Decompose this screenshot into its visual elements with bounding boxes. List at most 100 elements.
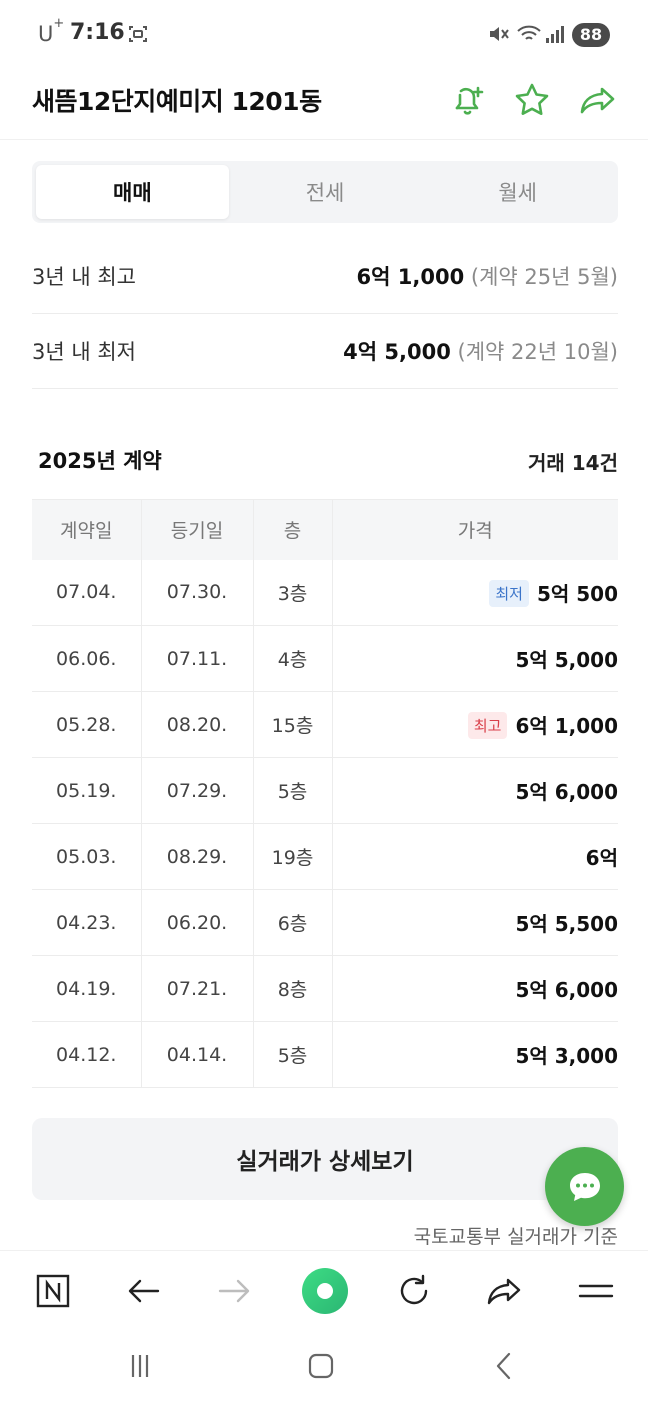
system-nav-bar bbox=[0, 1330, 648, 1404]
detail-view-button[interactable]: 실거래가 상세보기 bbox=[32, 1118, 618, 1200]
price-value: 5억 6,000 bbox=[515, 780, 618, 804]
browser-share-button[interactable] bbox=[483, 1269, 527, 1313]
cell-registration-date: 08.29. bbox=[140, 823, 253, 890]
cell-floor: 8층 bbox=[252, 955, 332, 1022]
table-header-row: 계약일 등기일 층 가격 bbox=[32, 499, 618, 560]
system-back-button[interactable] bbox=[482, 1346, 526, 1386]
home-button[interactable] bbox=[299, 1346, 343, 1386]
tab-jeonse[interactable]: 전세 bbox=[229, 165, 422, 219]
cell-contract-date: 05.03. bbox=[32, 823, 141, 890]
cell-floor: 19층 bbox=[252, 823, 332, 890]
cell-floor: 5층 bbox=[252, 1021, 332, 1088]
col-price: 가격 bbox=[331, 499, 618, 560]
cell-price: 5억 3,000 bbox=[331, 1021, 618, 1088]
table-row: 04.23. 06.20. 6층 5억 5,500 bbox=[32, 889, 618, 956]
share-icon bbox=[580, 87, 615, 114]
cell-price: 5억 6,000 bbox=[331, 955, 618, 1022]
col-contract-date: 계약일 bbox=[32, 499, 141, 560]
screenshot-icon bbox=[126, 22, 150, 50]
table-row: 04.12. 04.14. 5층 5억 3,000 bbox=[32, 1021, 618, 1088]
carrier-label: U+ bbox=[38, 16, 65, 46]
back-icon bbox=[496, 1352, 511, 1380]
cell-registration-date: 04.14. bbox=[140, 1021, 253, 1088]
cell-floor: 15층 bbox=[252, 691, 332, 758]
alert-add-button[interactable] bbox=[446, 78, 490, 122]
cell-contract-date: 07.04. bbox=[32, 559, 141, 626]
table-row: 05.03. 08.29. 19층 6억 bbox=[32, 823, 618, 890]
tab-sale[interactable]: 매매 bbox=[36, 165, 229, 219]
green-dot-icon bbox=[302, 1268, 348, 1314]
cell-contract-date: 05.19. bbox=[32, 757, 141, 824]
cell-floor: 3층 bbox=[252, 559, 332, 626]
share-icon bbox=[487, 1278, 521, 1305]
lowest-badge: 최저 bbox=[489, 579, 529, 607]
summary-low-note: (계약 22년 10월) bbox=[457, 340, 618, 364]
price-value: 6억 1,000 bbox=[515, 714, 618, 738]
menu-button[interactable] bbox=[574, 1269, 618, 1313]
cell-price: 5억 5,000 bbox=[331, 625, 618, 692]
col-registration-date: 등기일 bbox=[140, 499, 253, 560]
cell-floor: 6층 bbox=[252, 889, 332, 956]
summary-high-note: (계약 25년 5월) bbox=[470, 265, 618, 289]
cell-registration-date: 08.20. bbox=[140, 691, 253, 758]
table-row: 06.06. 07.11. 4층 5억 5,000 bbox=[32, 625, 618, 692]
summary-high-price: 6억 1,000 bbox=[356, 265, 465, 289]
summary-low-row: 3년 내 최저 4억 5,000 (계약 22년 10월) bbox=[32, 314, 618, 389]
page-header: 새뜸12단지예미지 1201동 bbox=[0, 70, 648, 140]
cell-registration-date: 07.30. bbox=[140, 559, 253, 626]
signal-icon bbox=[544, 22, 566, 50]
col-floor: 층 bbox=[252, 499, 332, 560]
summary-low-label: 3년 내 최저 bbox=[32, 340, 136, 364]
price-value: 5억 3,000 bbox=[515, 1044, 618, 1068]
summary-low-price: 4억 5,000 bbox=[343, 340, 451, 364]
status-bar: U+ 7:16 88 bbox=[0, 0, 648, 70]
green-dot-button[interactable] bbox=[300, 1266, 350, 1316]
naver-home-icon bbox=[36, 1274, 70, 1308]
price-value: 5억 5,500 bbox=[515, 912, 618, 936]
summary-low-value: 4억 5,000 (계약 22년 10월) bbox=[343, 336, 618, 366]
trade-table-body: 07.04. 07.30. 3층 최저 5억 500 06.06. 07.11. 4층 5억 5… bbox=[32, 559, 618, 1088]
tab-monthly-rent[interactable]: 월세 bbox=[421, 165, 614, 219]
cell-contract-date: 04.23. bbox=[32, 889, 141, 956]
cell-registration-date: 06.20. bbox=[140, 889, 253, 956]
forward-button[interactable] bbox=[212, 1269, 256, 1313]
share-button[interactable] bbox=[576, 78, 620, 122]
cell-price: 최고 6억 1,000 bbox=[331, 691, 618, 758]
chat-bubble-icon bbox=[569, 1172, 600, 1201]
cell-floor: 5층 bbox=[252, 757, 332, 824]
home-icon bbox=[308, 1353, 334, 1379]
table-row: 07.04. 07.30. 3층 최저 5억 500 bbox=[32, 559, 618, 626]
highest-badge: 최고 bbox=[467, 712, 508, 739]
cell-registration-date: 07.11. bbox=[140, 625, 253, 692]
price-value: 5억 500 bbox=[536, 581, 618, 606]
trade-count: 거래 14건 bbox=[528, 451, 618, 475]
table-row: 04.19. 07.21. 8층 5억 6,000 bbox=[32, 955, 618, 1022]
cell-registration-date: 07.29. bbox=[140, 757, 253, 824]
cell-contract-date: 04.12. bbox=[32, 1021, 141, 1088]
recent-apps-button[interactable] bbox=[118, 1346, 162, 1386]
page-title: 새뜸12단지예미지 1201동 bbox=[32, 87, 322, 116]
naver-home-button[interactable] bbox=[31, 1269, 75, 1313]
cell-price: 최저 5억 500 bbox=[331, 559, 618, 626]
back-button[interactable] bbox=[122, 1269, 166, 1313]
summary-high-value: 6억 1,000 (계약 25년 5월) bbox=[357, 261, 618, 291]
battery-indicator: 88 bbox=[572, 23, 610, 47]
trade-table: 계약일 등기일 층 가격 07.04. 07.30. 3층 최저 5억 500 06.06… bbox=[32, 499, 618, 1088]
wifi-icon bbox=[516, 22, 542, 50]
cell-registration-date: 07.21. bbox=[140, 955, 253, 1022]
section-title: 2025년 계약 bbox=[38, 449, 162, 473]
favorite-button[interactable] bbox=[510, 78, 554, 122]
refresh-button[interactable] bbox=[392, 1269, 436, 1313]
chat-button[interactable] bbox=[545, 1147, 624, 1226]
cell-contract-date: 04.19. bbox=[32, 955, 141, 1022]
bell-plus-icon bbox=[455, 86, 484, 115]
menu-icon bbox=[578, 1284, 614, 1298]
cell-price: 5억 5,500 bbox=[331, 889, 618, 956]
table-row: 05.19. 07.29. 5층 5억 6,000 bbox=[32, 757, 618, 824]
cell-floor: 4층 bbox=[252, 625, 332, 692]
trade-type-tabs: 매매 전세 월세 bbox=[32, 161, 618, 223]
star-icon bbox=[515, 83, 549, 115]
cell-price: 6억 bbox=[331, 823, 618, 890]
price-value: 5억 5,000 bbox=[515, 648, 618, 672]
browser-toolbar bbox=[0, 1250, 648, 1330]
